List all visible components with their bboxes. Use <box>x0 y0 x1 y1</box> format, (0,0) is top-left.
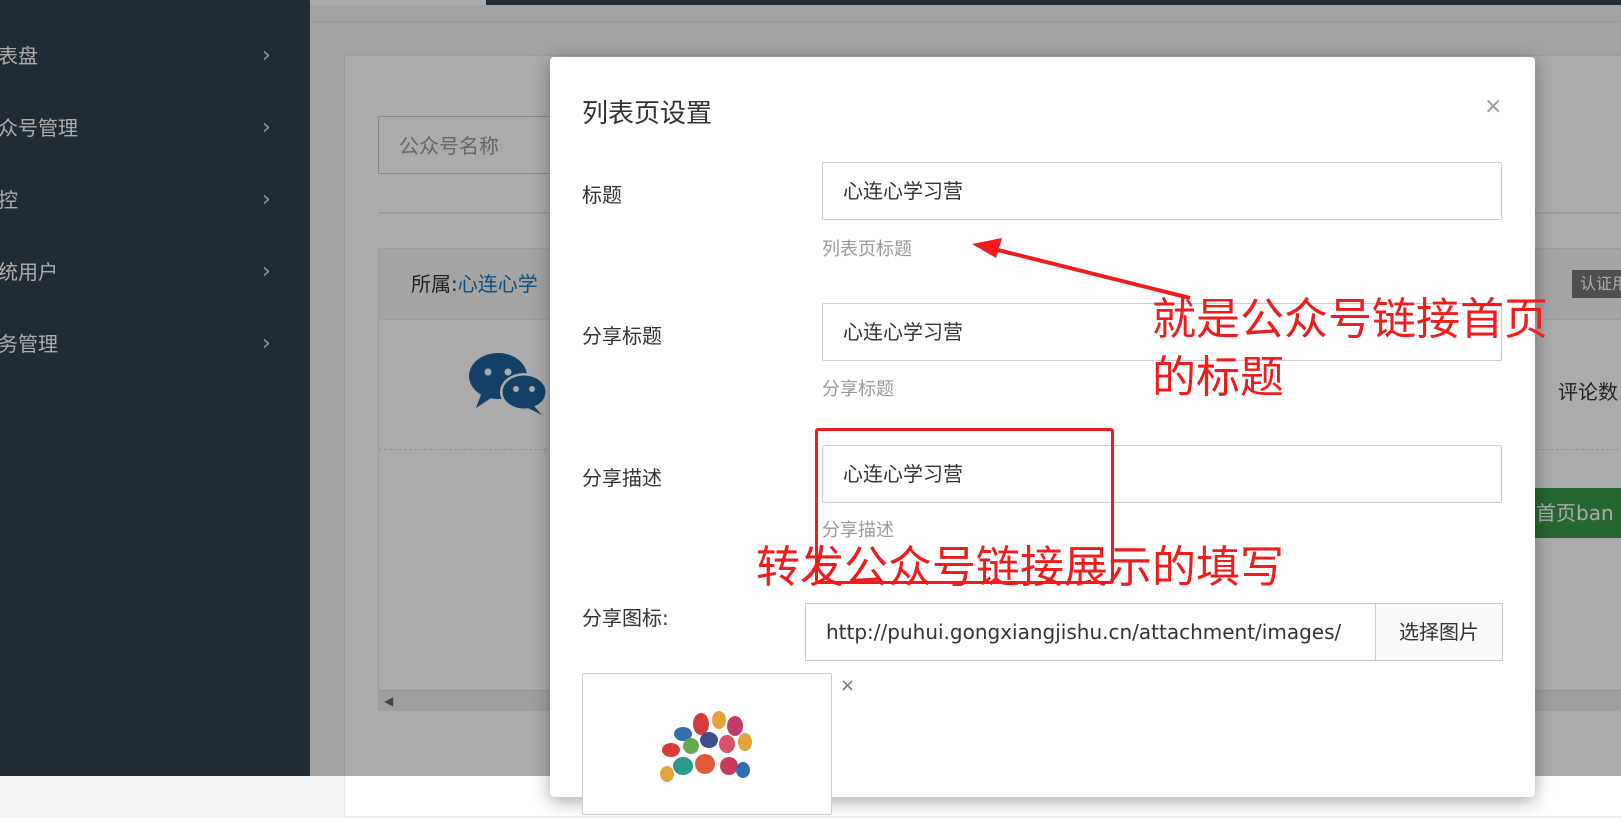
annotation-title-note-line2: 的标题 <box>1152 352 1284 403</box>
annotation-title-note-line1: 就是公众号链接首页 <box>1152 294 1548 345</box>
annotation-share-note: 转发公众号链接展示的填写 <box>756 542 1284 593</box>
annotation-arrow <box>972 238 1191 300</box>
